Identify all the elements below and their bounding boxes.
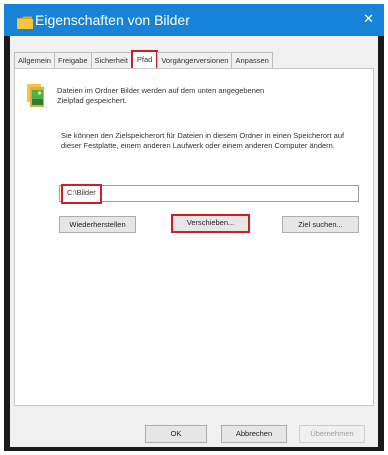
target-path-value[interactable]: C:\Bilder xyxy=(61,184,102,204)
tab-pfad[interactable]: Pfad xyxy=(130,50,159,69)
tab-anpassen[interactable]: Anpassen xyxy=(231,52,273,68)
close-icon[interactable]: ✕ xyxy=(363,12,374,26)
pictures-folder-icon xyxy=(27,84,44,107)
properties-dialog: Allgemein Freigabe Sicherheit Pfad Vorgä… xyxy=(10,36,378,447)
change-location-text: Sie können den Zielspeicherort für Datei… xyxy=(61,131,345,150)
tab-freigabe[interactable]: Freigabe xyxy=(53,52,92,68)
folder-icon xyxy=(17,16,33,29)
description-text: Dateien im Ordner Bilder werden auf dem … xyxy=(57,86,265,105)
tab-strip: Allgemein Freigabe Sicherheit Pfad Vorgä… xyxy=(14,50,273,69)
find-target-button[interactable]: Ziel suchen... xyxy=(282,216,359,233)
ok-button[interactable]: OK xyxy=(145,425,207,443)
move-button[interactable]: Verschieben... xyxy=(171,214,250,233)
tab-sicherheit[interactable]: Sicherheit xyxy=(90,52,132,68)
cancel-button[interactable]: Abbrechen xyxy=(221,425,287,443)
pfad-panel: Dateien im Ordner Bilder werden auf dem … xyxy=(14,68,374,406)
target-path-input[interactable]: C:\Bilder xyxy=(59,184,359,204)
restore-button[interactable]: Wiederherstellen xyxy=(59,216,136,233)
tab-allgemein[interactable]: Allgemein xyxy=(14,52,55,68)
tab-vorgaengerversionen[interactable]: Vorgängerversionen xyxy=(157,52,233,68)
apply-button[interactable]: Übernehmen xyxy=(299,425,365,443)
window-title: Eigenschaften von Bilder xyxy=(35,12,190,28)
title-bar: Eigenschaften von Bilder ✕ xyxy=(4,4,384,36)
